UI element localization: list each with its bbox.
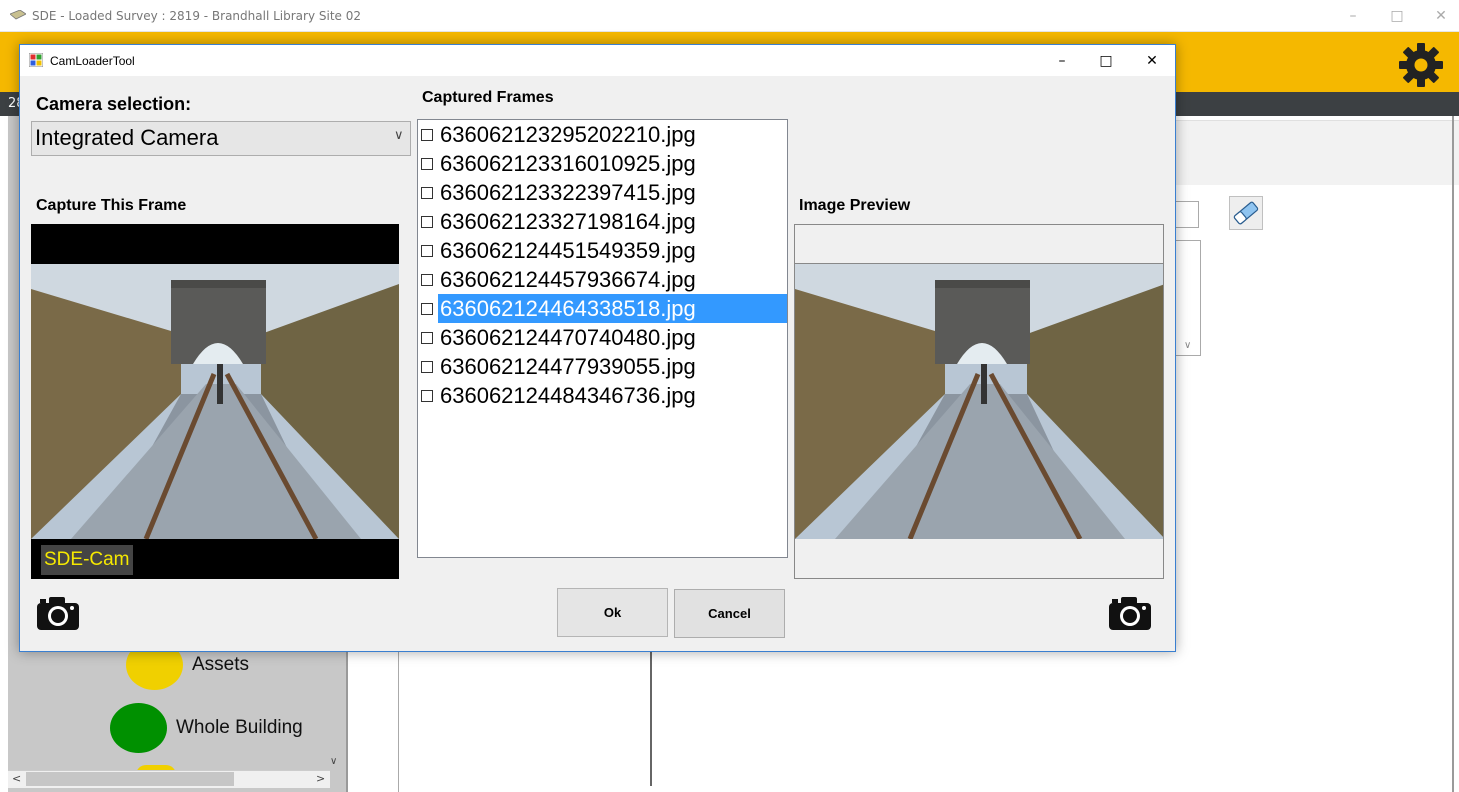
captured-frames-label: Captured Frames <box>422 89 554 106</box>
scrollbar-thumb[interactable] <box>26 772 234 786</box>
cancel-button[interactable]: Cancel <box>674 589 785 638</box>
frame-filename[interactable]: 636062124457936674.jpg <box>438 265 698 294</box>
preview-filename-bar <box>794 224 1164 264</box>
frame-filename[interactable]: 636062124464338518.jpg <box>438 294 787 323</box>
ok-button[interactable]: Ok <box>557 588 668 637</box>
tree-node-whole-building-icon[interactable] <box>110 703 167 753</box>
details-panel <box>1176 116 1459 792</box>
camera-feed[interactable] <box>31 224 399 579</box>
frame-list-item[interactable]: 636062124464338518.jpg <box>419 294 787 323</box>
chevron-left-icon[interactable]: < <box>12 772 21 785</box>
frame-checkbox[interactable] <box>421 129 433 141</box>
window-app-icon <box>29 53 43 67</box>
frame-list-item[interactable]: 636062124457936674.jpg <box>419 265 786 294</box>
app-title: SDE - Loaded Survey : 2819 - Brandhall L… <box>32 9 361 23</box>
chevron-down-icon[interactable]: ∨ <box>1184 340 1191 351</box>
frame-checkbox[interactable] <box>421 361 433 373</box>
railway-bridge-preview-image <box>795 264 1163 578</box>
image-preview-label: Image Preview <box>799 197 911 214</box>
dialog-close-button[interactable]: ✕ <box>1129 48 1175 74</box>
frame-list-item[interactable]: 636062124470740480.jpg <box>419 323 786 352</box>
frame-filename[interactable]: 636062124484346736.jpg <box>438 381 698 410</box>
preview-image <box>794 264 1164 579</box>
gear-icon[interactable] <box>1396 40 1446 90</box>
app-logo-icon <box>10 10 26 20</box>
frame-filename[interactable]: 636062123295202210.jpg <box>438 120 698 149</box>
dialog-minimize-button[interactable]: – <box>1039 48 1085 74</box>
frame-checkbox[interactable] <box>421 216 433 228</box>
camera-select-value[interactable]: Integrated Camera <box>35 125 218 151</box>
tree-node-assets-label[interactable]: Assets <box>192 654 249 676</box>
frame-filename[interactable]: 636062124470740480.jpg <box>438 323 698 352</box>
frame-filename[interactable]: 636062123316010925.jpg <box>438 149 698 178</box>
frame-filename[interactable]: 636062124451549359.jpg <box>438 236 698 265</box>
frame-list-item[interactable]: 636062123316010925.jpg <box>419 149 786 178</box>
frame-checkbox[interactable] <box>421 332 433 344</box>
railway-bridge-image <box>31 224 399 579</box>
app-minimize-button[interactable]: – <box>1338 6 1368 26</box>
tree-node-whole-building-label[interactable]: Whole Building <box>176 717 303 739</box>
frame-list-item[interactable]: 636062123322397415.jpg <box>419 178 786 207</box>
capture-frame-button[interactable] <box>35 594 81 632</box>
frame-filename[interactable]: 636062123322397415.jpg <box>438 178 698 207</box>
camera-icon <box>1109 597 1151 630</box>
chevron-right-icon[interactable]: > <box>316 772 325 785</box>
watermark-label: SDE-Cam <box>41 545 133 575</box>
eraser-button[interactable] <box>1229 196 1263 230</box>
details-listbox[interactable] <box>1176 240 1201 356</box>
preview-capture-button[interactable] <box>1107 594 1153 632</box>
chevron-down-icon[interactable]: ∨ <box>394 128 404 143</box>
capture-frame-label: Capture This Frame <box>36 197 187 214</box>
camera-icon <box>37 597 79 630</box>
frame-filename[interactable]: 636062123327198164.jpg <box>438 207 698 236</box>
frame-checkbox[interactable] <box>421 390 433 402</box>
eraser-icon <box>1233 201 1259 225</box>
chevron-down-icon[interactable]: ∨ <box>330 756 337 767</box>
frame-checkbox[interactable] <box>421 187 433 199</box>
frame-checkbox[interactable] <box>421 245 433 257</box>
app-close-button[interactable]: ✕ <box>1426 6 1456 26</box>
frame-filename[interactable]: 636062124477939055.jpg <box>438 352 698 381</box>
app-maximize-button[interactable]: □ <box>1382 6 1412 26</box>
window-border <box>1452 116 1454 792</box>
dialog-maximize-button[interactable]: □ <box>1083 48 1129 74</box>
camera-selection-label: Camera selection: <box>36 94 192 114</box>
frame-list-item[interactable]: 636062124477939055.jpg <box>419 352 786 381</box>
dialog-titlebar <box>20 45 1175 76</box>
frame-list-item[interactable]: 636062124451549359.jpg <box>419 236 786 265</box>
panel-divider <box>650 652 652 786</box>
frame-list-item[interactable]: 636062123295202210.jpg <box>419 120 786 149</box>
details-header <box>1176 120 1459 185</box>
frame-list-item[interactable]: 636062124484346736.jpg <box>419 381 786 410</box>
details-input[interactable] <box>1176 201 1199 228</box>
frame-checkbox[interactable] <box>421 303 433 315</box>
frame-checkbox[interactable] <box>421 274 433 286</box>
frame-checkbox[interactable] <box>421 158 433 170</box>
frame-list-item[interactable]: 636062123327198164.jpg <box>419 207 786 236</box>
dialog-title: CamLoaderTool <box>50 54 135 68</box>
